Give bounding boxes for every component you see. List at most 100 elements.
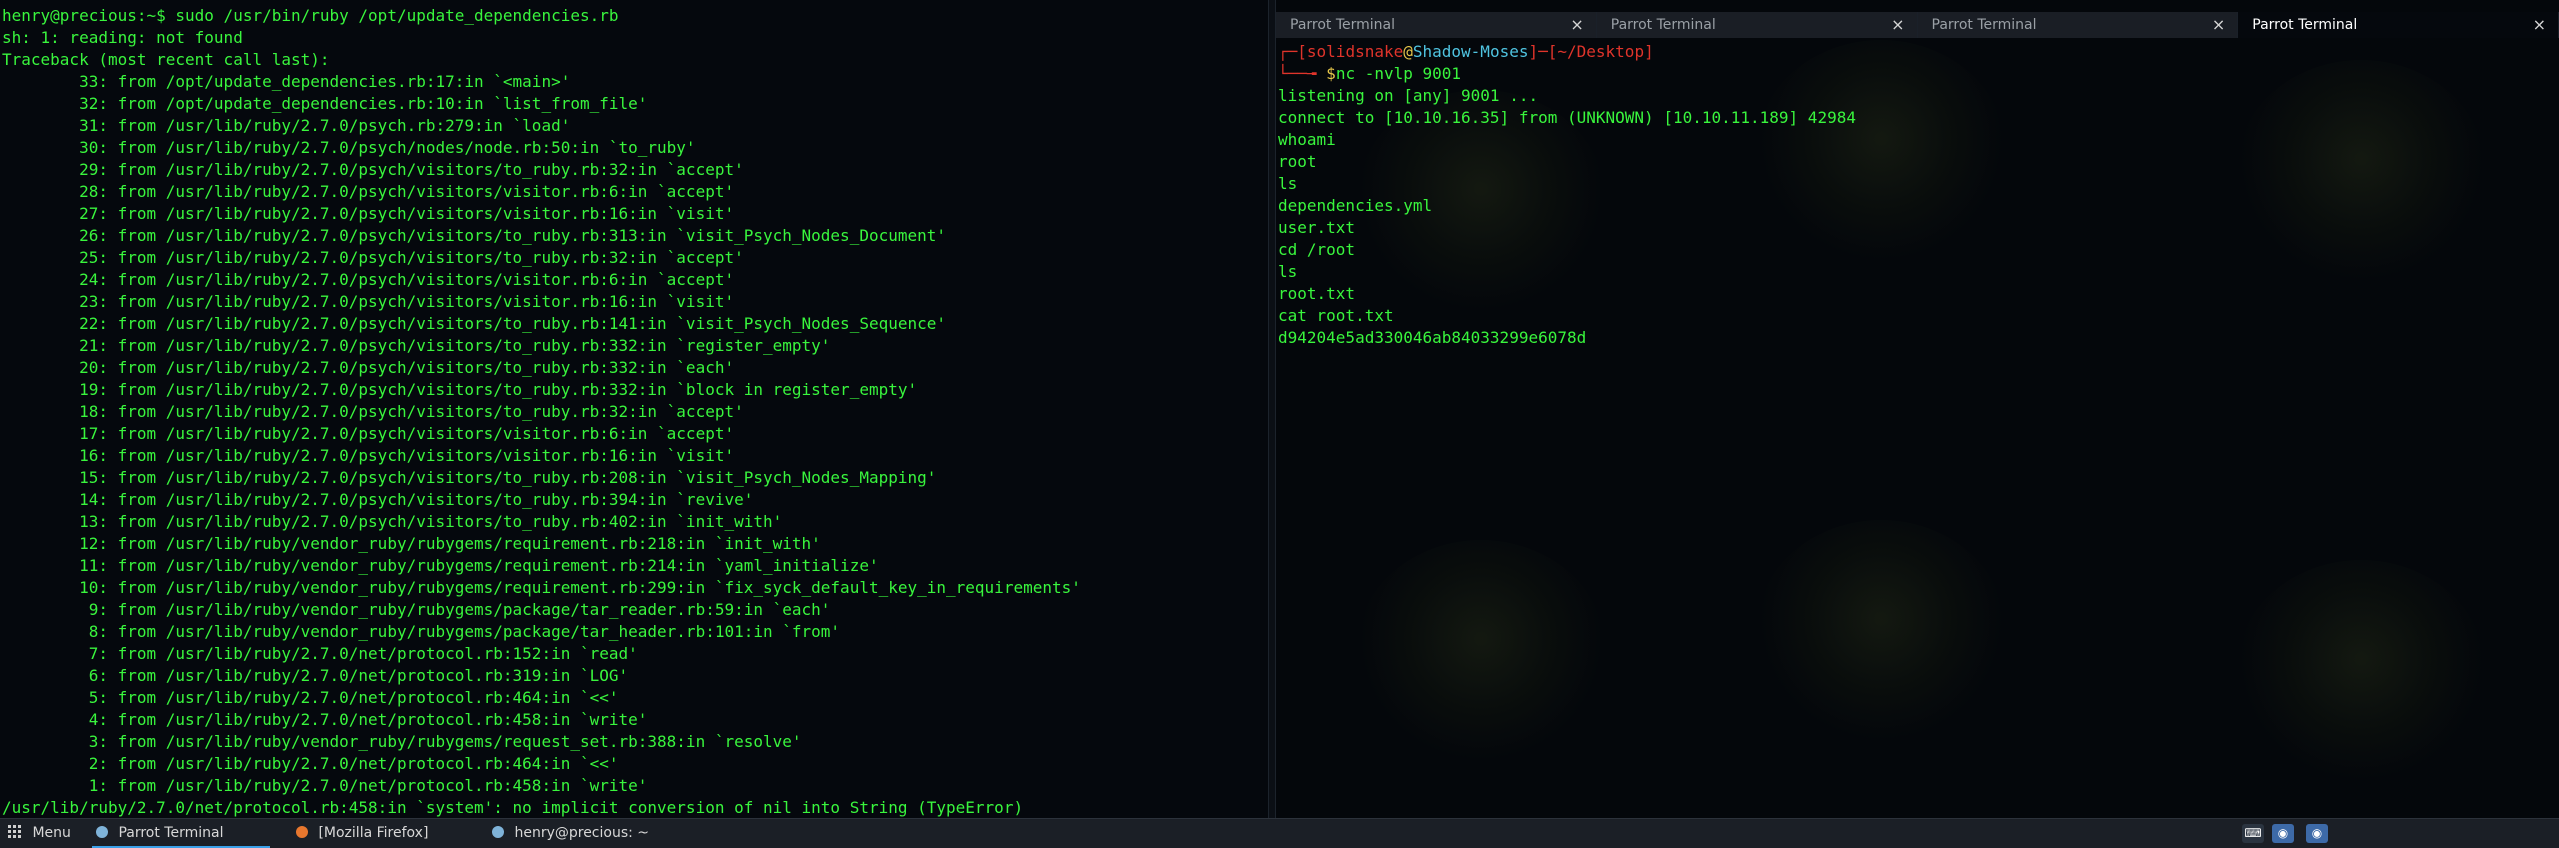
terminal-line: /usr/lib/ruby/2.7.0/net/protocol.rb:458:… [2, 798, 1024, 817]
taskbar-item-henry-terminal[interactable]: henry@precious: ~ [492, 819, 649, 848]
taskbar: Menu Parrot Terminal [Mozilla Firefox] h… [0, 818, 2559, 848]
parrot-watermark [2236, 560, 2486, 780]
terminal-line: 6: from /usr/lib/ruby/2.7.0/net/protocol… [2, 666, 629, 685]
terminal-line: 15: from /usr/lib/ruby/2.7.0/psych/visit… [2, 468, 937, 487]
terminal-line: 9: from /usr/lib/ruby/vendor_ruby/rubyge… [2, 600, 831, 619]
tab-parrot-terminal-1[interactable]: Parrot Terminal × [1276, 12, 1597, 38]
menu-button[interactable]: Menu [8, 819, 71, 848]
volume-icon[interactable]: ◉ [2306, 824, 2328, 843]
terminal-line: 17: from /usr/lib/ruby/2.7.0/psych/visit… [2, 424, 735, 443]
terminal-line: henry@precious:~$ sudo /usr/bin/ruby /op… [2, 6, 619, 25]
right-terminal-pane[interactable]: Parrot Terminal × Parrot Terminal × Parr… [1276, 0, 2559, 818]
prompt-bracket: ┌─[ [1278, 42, 1307, 61]
prompt-command: nc -nvlp 9001 [1335, 64, 1462, 83]
terminal-line: 27: from /usr/lib/ruby/2.7.0/psych/visit… [2, 204, 735, 223]
terminal-line: listening on [any] 9001 ... [1278, 86, 1539, 105]
terminal-line: 8: from /usr/lib/ruby/vendor_ruby/rubyge… [2, 622, 841, 641]
terminal-line: 31: from /usr/lib/ruby/2.7.0/psych.rb:27… [2, 116, 571, 135]
terminal-line: 21: from /usr/lib/ruby/2.7.0/psych/visit… [2, 336, 831, 355]
prompt-host: Shadow-Moses [1412, 42, 1529, 61]
parrot-watermark [1756, 520, 2006, 740]
terminal-line: Traceback (most recent call last): [2, 50, 330, 69]
terminal-line: 3: from /usr/lib/ruby/vendor_ruby/rubyge… [2, 732, 802, 751]
terminal-line: 18: from /usr/lib/ruby/2.7.0/psych/visit… [2, 402, 744, 421]
prompt-bracket: ]─[ [1528, 42, 1558, 61]
terminal-line: 5: from /usr/lib/ruby/2.7.0/net/protocol… [2, 688, 619, 707]
tab-label: Parrot Terminal [1610, 17, 1716, 33]
terminal-line: 22: from /usr/lib/ruby/2.7.0/psych/visit… [2, 314, 947, 333]
tab-parrot-terminal-2[interactable]: Parrot Terminal × [1596, 12, 1918, 38]
keyboard-icon[interactable]: ⌨ [2242, 824, 2264, 843]
tab-parrot-terminal-4[interactable]: Parrot Terminal × [2238, 12, 2559, 38]
terminal-line: 23: from /usr/lib/ruby/2.7.0/psych/visit… [2, 292, 735, 311]
terminal-line: 28: from /usr/lib/ruby/2.7.0/psych/visit… [2, 182, 735, 201]
left-terminal-pane[interactable]: henry@precious:~$ sudo /usr/bin/ruby /op… [0, 0, 1268, 818]
terminal-line: 4: from /usr/lib/ruby/2.7.0/net/protocol… [2, 710, 648, 729]
terminal-line: 7: from /usr/lib/ruby/2.7.0/net/protocol… [2, 644, 638, 663]
terminal-line: cd /root [1278, 240, 1356, 259]
tab-label: Parrot Terminal [1290, 17, 1396, 33]
grid-icon [8, 825, 21, 838]
terminal-line: connect to [10.10.16.35] from (UNKNOWN) … [1278, 108, 1856, 127]
terminal-line: 11: from /usr/lib/ruby/vendor_ruby/rubyg… [2, 556, 879, 575]
terminal-line: 20: from /usr/lib/ruby/2.7.0/psych/visit… [2, 358, 735, 377]
prompt-line-2: └──╼ $nc -nvlp 9001 [1278, 64, 1461, 83]
terminal-line: 1: from /usr/lib/ruby/2.7.0/net/protocol… [2, 776, 648, 795]
taskbar-item-label: henry@precious: ~ [514, 825, 650, 841]
firefox-icon [296, 826, 308, 838]
tab-label: Parrot Terminal [1931, 17, 2037, 33]
prompt-line-1: ┌─[solidsnake@Shadow-Moses]─[~/Desktop] [1278, 42, 1654, 61]
terminal-line: 13: from /usr/lib/ruby/2.7.0/psych/visit… [2, 512, 783, 531]
terminal-line: 24: from /usr/lib/ruby/2.7.0/psych/visit… [2, 270, 735, 289]
terminal-line: 2: from /usr/lib/ruby/2.7.0/net/protocol… [2, 754, 619, 773]
close-icon[interactable]: × [2533, 12, 2546, 38]
terminal-line: 10: from /usr/lib/ruby/vendor_ruby/rubyg… [2, 578, 1081, 597]
terminal-line: 33: from /opt/update_dependencies.rb:17:… [2, 72, 571, 91]
terminal-line: dependencies.yml [1278, 196, 1433, 215]
prompt-bracket: ] [1644, 42, 1654, 61]
terminal-line: 19: from /usr/lib/ruby/2.7.0/psych/visit… [2, 380, 918, 399]
terminal-line: 29: from /usr/lib/ruby/2.7.0/psych/visit… [2, 160, 744, 179]
terminal-line: 26: from /usr/lib/ruby/2.7.0/psych/visit… [2, 226, 947, 245]
terminal-line: 14: from /usr/lib/ruby/2.7.0/psych/visit… [2, 490, 754, 509]
terminal-line: sh: 1: reading: not found [2, 28, 243, 47]
parrot-watermark [2236, 60, 2486, 280]
right-terminal-output[interactable]: ┌─[solidsnake@Shadow-Moses]─[~/Desktop] … [1278, 41, 1856, 349]
terminal-line: 25: from /usr/lib/ruby/2.7.0/psych/visit… [2, 248, 744, 267]
parrot-watermark [1356, 540, 1606, 760]
left-terminal-output[interactable]: henry@precious:~$ sudo /usr/bin/ruby /op… [2, 5, 1081, 818]
terminal-tab-bar: Parrot Terminal × Parrot Terminal × Parr… [1276, 12, 2559, 38]
terminal-line: 16: from /usr/lib/ruby/2.7.0/psych/visit… [2, 446, 735, 465]
taskbar-item-label: [Mozilla Firefox] [318, 825, 429, 841]
terminal-line: 30: from /usr/lib/ruby/2.7.0/psych/nodes… [2, 138, 696, 157]
prompt-arrow: └──╼ [1278, 64, 1327, 83]
terminal-line: 32: from /opt/update_dependencies.rb:10:… [2, 94, 648, 113]
pane-divider[interactable] [1268, 0, 1276, 818]
close-icon[interactable]: × [1891, 12, 1904, 38]
menu-label: Menu [32, 825, 71, 841]
taskbar-item-parrot-terminal[interactable]: Parrot Terminal [92, 819, 270, 848]
tab-label: Parrot Terminal [2252, 17, 2358, 33]
close-icon[interactable]: × [1570, 12, 1583, 38]
prompt-dollar: $ [1326, 64, 1336, 83]
close-icon[interactable]: × [2212, 12, 2225, 38]
prompt-user: solidsnake [1306, 42, 1404, 61]
terminal-line: 12: from /usr/lib/ruby/vendor_ruby/rubyg… [2, 534, 821, 553]
terminal-line: ls [1278, 262, 1298, 281]
parrot-icon [96, 826, 108, 838]
terminal-line: root.txt [1278, 284, 1356, 303]
terminal-line: cat root.txt [1278, 306, 1394, 325]
terminal-line: user.txt [1278, 218, 1356, 237]
prompt-at: @ [1403, 42, 1413, 61]
terminal-line: root [1278, 152, 1317, 171]
taskbar-item-label: Parrot Terminal [118, 825, 224, 841]
tab-parrot-terminal-3[interactable]: Parrot Terminal × [1917, 12, 2239, 38]
prompt-path: ~/Desktop [1557, 42, 1645, 61]
terminal-line: d94204e5ad330046ab84033299e6078d [1278, 328, 1587, 347]
terminal-line: ls [1278, 174, 1298, 193]
terminal-line: whoami [1278, 130, 1336, 149]
parrot-icon [492, 826, 504, 838]
taskbar-item-firefox[interactable]: [Mozilla Firefox] [296, 819, 428, 848]
right-terminal-lines: listening on [any] 9001 ... connect to [… [1278, 86, 1856, 347]
network-icon[interactable]: ◉ [2272, 824, 2294, 843]
